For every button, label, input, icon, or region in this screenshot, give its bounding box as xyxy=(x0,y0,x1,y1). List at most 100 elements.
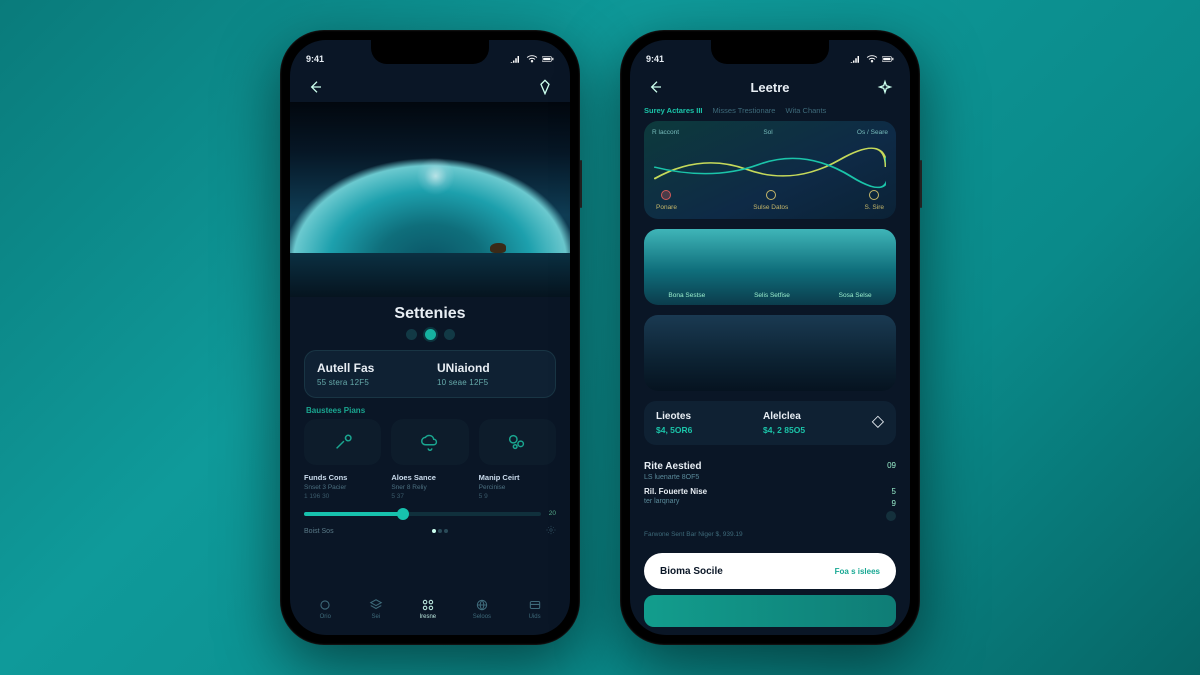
axis-label: Sulse Datos xyxy=(753,204,788,211)
feature-icons xyxy=(304,419,556,465)
li-right: 9 xyxy=(892,499,896,508)
tab-5[interactable]: Uids xyxy=(528,598,542,620)
dot xyxy=(406,329,417,340)
kv-diamond: ◇ xyxy=(870,411,884,435)
kv-1: Lieotes $4, 5OR6 xyxy=(656,411,749,435)
page-title: Settenies xyxy=(304,305,556,323)
status-icons xyxy=(510,54,554,64)
globe-icon xyxy=(475,598,489,612)
feature-2[interactable] xyxy=(391,419,468,465)
wifi-icon xyxy=(526,54,538,64)
top-tab-1[interactable]: Surey Actares III xyxy=(644,106,703,115)
col-title: Aloes Sance xyxy=(391,473,468,482)
list-item[interactable]: Ril. Fouerte Nise ter larqnary 5 9 xyxy=(644,487,896,521)
img-label: Bona Sestse xyxy=(668,292,705,299)
list-item[interactable]: Rite AestiedLS luenarte 8OF5 09 xyxy=(644,461,896,481)
col-sub: Snset 3 Pacier xyxy=(304,484,381,491)
chart-card[interactable]: R laccont Sol Os / Seare Ponare Sulse Da… xyxy=(644,121,896,219)
kv-val: $4, 2 85O5 xyxy=(763,425,856,435)
notch xyxy=(371,40,489,64)
slider-caption: 20 xyxy=(549,510,556,517)
back-button[interactable] xyxy=(304,76,326,98)
tab-4[interactable]: Seloos xyxy=(473,598,491,620)
tab-label: Uids xyxy=(529,614,541,620)
img-label: Sosa Selse xyxy=(839,292,872,299)
diamond-icon xyxy=(537,79,553,95)
image-card-2[interactable] xyxy=(644,315,896,391)
slider-row: 20 xyxy=(304,510,556,517)
top-tab-3[interactable]: Wita Chants xyxy=(785,106,826,115)
axis-label: Ponare xyxy=(656,204,677,211)
feature-3[interactable] xyxy=(479,419,556,465)
grid-icon xyxy=(421,598,435,612)
ring-icon xyxy=(766,190,776,200)
kv-card: Lieotes $4, 5OR6 Alelclea $4, 2 85O5 ◇ xyxy=(644,401,896,445)
pager-row: Boist Sos xyxy=(304,525,556,537)
axis-label: S. Sire xyxy=(864,204,884,211)
tab-label: Iresne xyxy=(419,614,436,620)
top-tab-2[interactable]: Misses Trestionare xyxy=(713,106,776,115)
tab-label: Orio xyxy=(320,614,331,620)
pager-dots xyxy=(431,528,449,535)
chart-point-3: S. Sire xyxy=(864,190,884,211)
gear-button[interactable] xyxy=(546,525,556,537)
page-title: Leetre xyxy=(630,80,910,95)
chart-header: R laccont Sol Os / Seare xyxy=(652,129,888,136)
li-title: Rite Aestied xyxy=(644,461,701,472)
arrow-left-icon xyxy=(307,79,323,95)
chart-point-1: Ponare xyxy=(656,190,677,211)
wifi-icon xyxy=(866,54,878,64)
slider[interactable] xyxy=(304,512,541,516)
dot-active xyxy=(425,329,436,340)
circle-icon xyxy=(318,598,332,612)
kv-2: Alelclea $4, 2 85O5 xyxy=(763,411,856,435)
clock: 9:41 xyxy=(646,54,664,64)
slider-thumb[interactable] xyxy=(397,508,409,520)
chart-top-left: R laccont xyxy=(652,129,679,136)
ring-icon xyxy=(869,190,879,200)
tab-label: Sei xyxy=(372,614,381,620)
feature-1[interactable] xyxy=(304,419,381,465)
hero-image xyxy=(290,102,570,297)
chart-lines xyxy=(654,143,886,191)
stat-label: UNiaiond xyxy=(437,361,543,375)
nav-row: Leetre xyxy=(630,70,910,102)
chart-point-2: Sulse Datos xyxy=(753,190,788,211)
stat-1: Autell Fas 55 stera 12F5 xyxy=(317,361,423,387)
battery-icon xyxy=(542,54,554,64)
chart-top-right: Os / Seare xyxy=(857,129,888,136)
bottom-bar[interactable] xyxy=(644,595,896,627)
tab-3[interactable]: Iresne xyxy=(419,598,436,620)
li-right: 5 xyxy=(892,487,896,496)
diamond-button[interactable] xyxy=(534,76,556,98)
section-label: Baustees Pians xyxy=(306,406,556,415)
tab-2[interactable]: Sei xyxy=(369,598,383,620)
ring-icon xyxy=(661,190,671,200)
li-title: Ril. Fouerte Nise xyxy=(644,487,707,496)
list-meta: Farwone Sent Bar Niger $, 939.19 xyxy=(644,531,896,538)
col-3: Manip Ceirt Percinise 5 9 xyxy=(479,473,556,500)
tab-1[interactable]: Orio xyxy=(318,598,332,620)
col-val: 1 196 30 xyxy=(304,493,381,500)
cta-button[interactable]: Bioma Socile Foa s islees xyxy=(644,553,896,589)
image-card-1[interactable]: Bona Sestse Selis Setfise Sosa Selse xyxy=(644,229,896,305)
content-left: Settenies Autell Fas 55 stera 12F5 UNiai… xyxy=(290,305,570,545)
li-right: 09 xyxy=(887,461,896,470)
indicator-row xyxy=(304,329,556,340)
cta-left: Bioma Socile xyxy=(660,566,723,577)
cloud-icon xyxy=(419,431,441,453)
phone-left: 9:41 Settenies xyxy=(280,30,580,645)
kv-val: $4, 5OR6 xyxy=(656,425,749,435)
dot-icon xyxy=(886,511,896,521)
hero-sea xyxy=(290,253,570,297)
signal-icon xyxy=(510,54,522,64)
kv-key: Lieotes xyxy=(656,411,749,422)
stat-label: Autell Fas xyxy=(317,361,423,375)
col-1: Funds Cons Snset 3 Pacier 1 196 30 xyxy=(304,473,381,500)
content-right: R laccont Sol Os / Seare Ponare Sulse Da… xyxy=(630,121,910,628)
col-val: 5 37 xyxy=(391,493,468,500)
col-sub: Sner 8 Reliy xyxy=(391,484,468,491)
layers-icon xyxy=(369,598,383,612)
stat-2: UNiaiond 10 seae 12F5 xyxy=(437,361,543,387)
li-sub: ter larqnary xyxy=(644,498,707,505)
